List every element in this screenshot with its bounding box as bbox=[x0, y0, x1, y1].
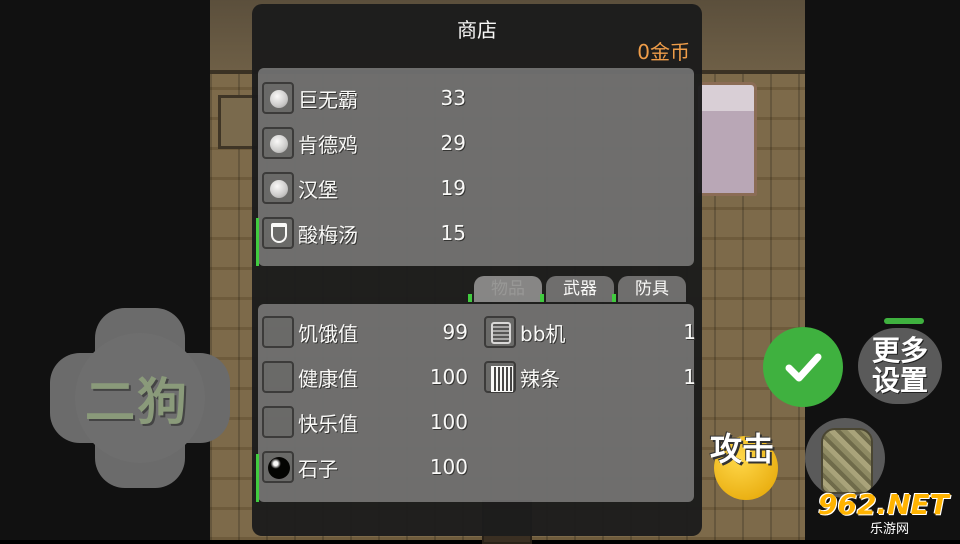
tab-marker bbox=[468, 294, 472, 302]
goods-scroll-indicator[interactable] bbox=[256, 218, 259, 266]
watermark-logo: 962.NET bbox=[818, 488, 949, 521]
stat-row[interactable]: 石子 100 bbox=[262, 449, 468, 485]
goods-item-name: 汉堡 bbox=[298, 177, 338, 202]
goods-item[interactable]: 肯德鸡 29 bbox=[262, 125, 466, 161]
stat-value: 100 bbox=[429, 365, 468, 389]
goods-item-slot bbox=[262, 172, 294, 204]
goods-item-slot bbox=[262, 127, 294, 159]
inventory-item[interactable]: 辣条 1 bbox=[484, 359, 696, 395]
more-settings-label-line1: 更多 bbox=[871, 334, 928, 367]
backpack-button[interactable] bbox=[805, 418, 885, 498]
watermark: 962.NET 乐游网 bbox=[818, 488, 958, 538]
pearl-icon bbox=[270, 135, 288, 153]
inventory-slot bbox=[484, 316, 516, 348]
spicy-strip-icon bbox=[491, 366, 513, 392]
stat-value: 100 bbox=[429, 410, 468, 434]
backpack-icon bbox=[821, 428, 873, 494]
stat-row[interactable]: 快乐值 100 bbox=[262, 404, 468, 440]
stat-slot bbox=[262, 361, 294, 393]
goods-item-price: 29 bbox=[440, 131, 466, 155]
stat-name: 石子 bbox=[298, 456, 338, 481]
inventory-slot bbox=[484, 361, 516, 393]
tab-weapons-label: 武器 bbox=[563, 279, 597, 299]
attack-button[interactable]: 攻击 bbox=[706, 420, 786, 500]
inventory-item[interactable]: bb机 1 bbox=[484, 314, 696, 350]
inventory-item-count: 1 bbox=[683, 365, 696, 389]
shop-title: 商店 bbox=[457, 18, 497, 42]
watermark-subtitle: 乐游网 bbox=[870, 522, 910, 537]
goods-item-name: 酸梅汤 bbox=[298, 222, 358, 247]
tab-items[interactable]: 物品 bbox=[468, 276, 542, 302]
tab-marker bbox=[612, 294, 616, 302]
inventory-item-name: 辣条 bbox=[520, 366, 560, 391]
stat-slot bbox=[262, 451, 294, 483]
stat-name: 快乐值 bbox=[298, 411, 358, 436]
goods-item-price: 15 bbox=[440, 221, 466, 245]
stat-slot bbox=[262, 406, 294, 438]
goods-item[interactable]: 汉堡 19 bbox=[262, 170, 466, 206]
goods-item-name: 肯德鸡 bbox=[298, 132, 358, 157]
tab-armor-label: 防具 bbox=[635, 279, 669, 299]
inventory-item-count: 1 bbox=[683, 320, 696, 344]
stat-name: 健康值 bbox=[298, 366, 358, 391]
tab-armor[interactable]: 防具 bbox=[612, 276, 686, 302]
pearl-icon bbox=[270, 180, 288, 198]
stat-value: 99 bbox=[442, 320, 468, 344]
stat-name: 饥饿值 bbox=[298, 321, 358, 346]
goods-item[interactable]: 酸梅汤 15 bbox=[262, 215, 466, 251]
gold-counter: 0金币 bbox=[637, 40, 690, 64]
stone-icon bbox=[268, 457, 290, 479]
stat-slot bbox=[262, 316, 294, 348]
goods-item-slot bbox=[262, 82, 294, 114]
goods-list[interactable]: 巨无霸 33 肯德鸡 29 汉堡 19 酸梅汤 15 bbox=[256, 68, 694, 266]
attack-label: 攻击 bbox=[710, 430, 775, 468]
dpad-label: 二狗 bbox=[85, 373, 189, 431]
tab-marker bbox=[540, 294, 544, 302]
goods-item-name: 巨无霸 bbox=[298, 87, 358, 112]
inventory-panel[interactable]: 饥饿值 99 健康值 100 快乐值 100 石子 100 bb机 1 辣条 1 bbox=[256, 304, 696, 502]
flask-icon bbox=[271, 223, 287, 243]
tab-items-label: 物品 bbox=[491, 279, 525, 299]
inventory-item-name: bb机 bbox=[520, 321, 566, 346]
more-settings-label-line2: 设置 bbox=[871, 364, 928, 397]
category-tabs: 物品 武器 防具 bbox=[468, 276, 686, 304]
confirm-button[interactable] bbox=[763, 327, 843, 407]
tab-weapons[interactable]: 武器 bbox=[540, 276, 614, 302]
more-settings-button[interactable]: 更多 设置 bbox=[858, 328, 942, 404]
goods-item-price: 19 bbox=[440, 176, 466, 200]
goods-item[interactable]: 巨无霸 33 bbox=[262, 80, 466, 116]
inventory-scroll-indicator[interactable] bbox=[256, 454, 259, 502]
stat-row[interactable]: 饥饿值 99 bbox=[262, 314, 468, 350]
pearl-icon bbox=[270, 90, 288, 108]
checkmark-icon bbox=[785, 353, 822, 382]
goods-item-price: 33 bbox=[440, 86, 466, 110]
goods-item-slot bbox=[262, 217, 294, 249]
pager-icon bbox=[491, 322, 511, 344]
green-indicator bbox=[884, 318, 924, 324]
shop-dialog: 商店 0金币 巨无霸 33 肯德鸡 29 汉堡 19 酸梅汤 15 物品 武器 … bbox=[252, 4, 702, 536]
stat-row[interactable]: 健康值 100 bbox=[262, 359, 468, 395]
bed bbox=[695, 82, 757, 196]
stat-value: 100 bbox=[429, 455, 468, 479]
